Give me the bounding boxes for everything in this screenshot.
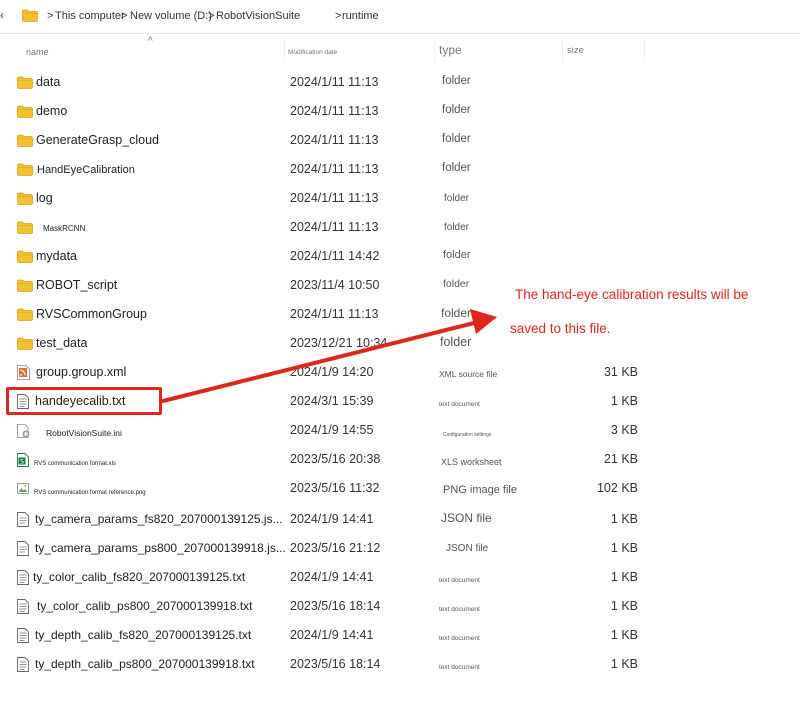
annotation-arrow	[161, 309, 497, 403]
file-explorer-window: ‹ > This computer > New volume (D:) > Ro…	[0, 0, 800, 719]
annotation-text-line2: saved to this file.	[510, 321, 611, 336]
annotation-text-line1: The hand-eye calibration results will be	[515, 287, 749, 302]
